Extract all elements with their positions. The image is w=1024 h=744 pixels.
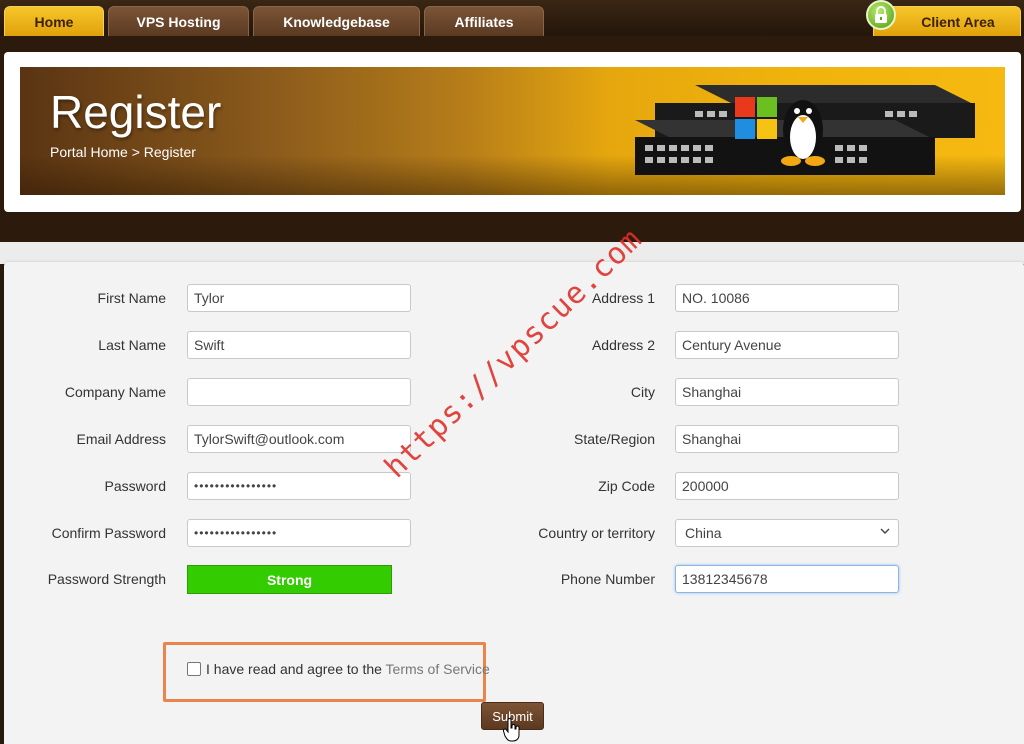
- phone-label: Phone Number: [560, 571, 655, 587]
- address2-field[interactable]: Century Avenue: [675, 331, 899, 359]
- top-nav: Home VPS Hosting Knowledgebase Affiliate…: [0, 0, 1024, 36]
- server-illustration-icon: [635, 85, 975, 175]
- confirm-password-field[interactable]: ••••••••••••••••: [187, 519, 411, 547]
- banner: Register Portal Home > Register: [20, 67, 1005, 195]
- phone-field[interactable]: 13812345678: [675, 565, 899, 593]
- separator: [0, 242, 1024, 264]
- tab-affiliates[interactable]: Affiliates: [424, 6, 544, 36]
- chevron-down-icon: [880, 528, 890, 534]
- tos-checkbox[interactable]: [187, 662, 201, 676]
- company-name-label: Company Name: [64, 384, 166, 400]
- tos-label: I have read and agree to the Terms of Se…: [206, 661, 490, 677]
- first-name-field[interactable]: Tylor: [187, 284, 411, 312]
- email-field[interactable]: TylorSwift@outlook.com: [187, 425, 411, 453]
- country-label: Country or territory: [538, 525, 655, 541]
- password-field[interactable]: ••••••••••••••••: [187, 472, 411, 500]
- hand-cursor-icon: [503, 718, 520, 742]
- tab-vps-hosting[interactable]: VPS Hosting: [108, 6, 249, 36]
- country-select[interactable]: China: [675, 519, 899, 547]
- tab-knowledgebase[interactable]: Knowledgebase: [253, 6, 420, 36]
- state-field[interactable]: Shanghai: [675, 425, 899, 453]
- last-name-label: Last Name: [98, 337, 166, 353]
- password-label: Password: [104, 478, 166, 494]
- breadcrumb[interactable]: Portal Home > Register: [50, 144, 196, 160]
- page-title: Register: [50, 86, 222, 138]
- zip-label: Zip Code: [598, 478, 655, 494]
- city-field[interactable]: Shanghai: [675, 378, 899, 406]
- terms-of-service-link[interactable]: Terms of Service: [386, 661, 490, 677]
- first-name-label: First Name: [97, 290, 166, 306]
- address1-field[interactable]: NO. 10086: [675, 284, 899, 312]
- confirm-password-label: Confirm Password: [51, 525, 166, 541]
- password-strength-label: Password Strength: [47, 571, 166, 587]
- password-strength-meter: Strong: [187, 565, 392, 594]
- country-select-value: China: [685, 525, 722, 541]
- tos-text: I have read and agree to the: [206, 661, 386, 677]
- lock-icon: [866, 0, 896, 30]
- zip-field[interactable]: 200000: [675, 472, 899, 500]
- email-label: Email Address: [76, 431, 166, 447]
- company-name-field[interactable]: [187, 378, 411, 406]
- state-label: State/Region: [574, 431, 655, 447]
- last-name-field[interactable]: Swift: [187, 331, 411, 359]
- tab-home[interactable]: Home: [4, 6, 104, 36]
